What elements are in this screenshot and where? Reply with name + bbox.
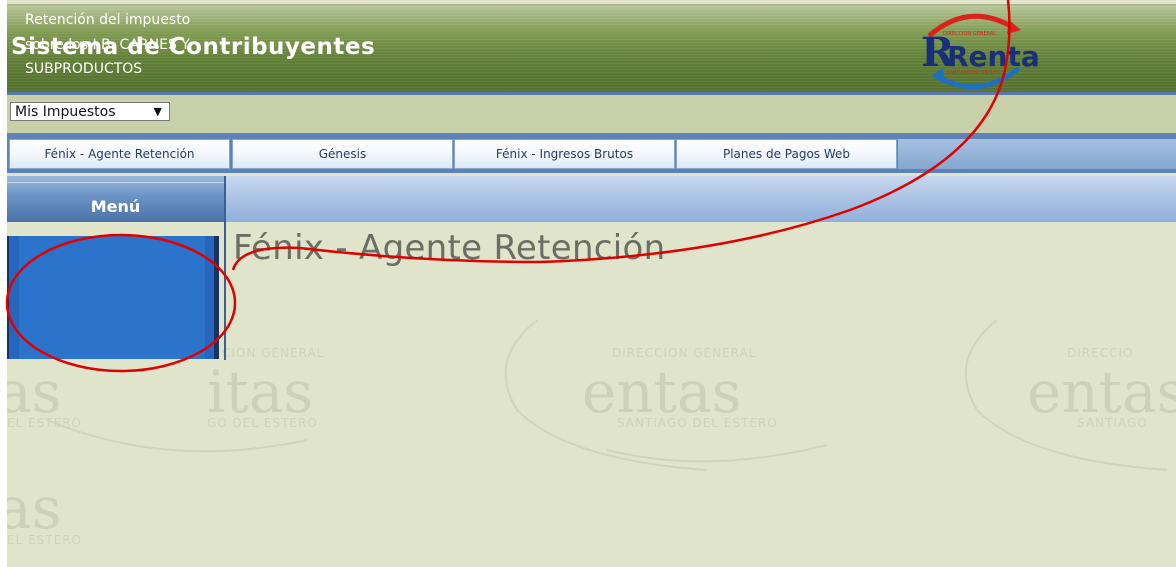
chevron-down-icon: ▼ <box>153 105 162 118</box>
svg-text:SANTIAGO: SANTIAGO <box>1077 416 1148 430</box>
tab-planes-de-pagos-web[interactable]: Planes de Pagos Web <box>676 139 897 169</box>
svg-text:EL ESTERO: EL ESTERO <box>7 416 82 430</box>
rentas-logo: R Rentas DIRECCION GENERAL SANTIAGO DEL … <box>921 13 1039 90</box>
logo-text: Rentas <box>947 40 1039 73</box>
tab-bar-filler <box>898 139 1176 169</box>
menu-panel <box>7 236 219 359</box>
svg-text:CION GENERAL: CION GENERAL <box>222 346 324 360</box>
menu-header-line <box>7 182 224 183</box>
page-title: Fénix - Agente Retención <box>233 228 666 268</box>
svg-text:EL ESTERO: EL ESTERO <box>7 533 82 547</box>
svg-text:DIRECCIO: DIRECCIO <box>1067 346 1133 360</box>
svg-text:DIRECCION GENERAL: DIRECCION GENERAL <box>612 346 756 360</box>
tab-fenix-ingresos-brutos[interactable]: Fénix - Ingresos Brutos <box>454 139 675 169</box>
tab-fenix-agente-retencion[interactable]: Fénix - Agente Retención <box>9 139 230 169</box>
menu-title: Menú <box>90 197 141 216</box>
menu-header: Menú <box>7 176 224 222</box>
tab-genesis[interactable]: Génesis <box>232 139 453 169</box>
tax-select[interactable]: Mis Impuestos ▼ <box>10 102 170 121</box>
svg-text:GO DEL ESTERO: GO DEL ESTERO <box>207 416 318 430</box>
logo-subtext-top: DIRECCION GENERAL <box>943 31 996 37</box>
toolbar: Mis Impuestos ▼ <box>7 95 1176 133</box>
menu-panel-inner <box>19 236 205 359</box>
tab-bar: Fénix - Agente Retención Génesis Fénix -… <box>7 133 1176 173</box>
page: as itas entas entas as CION GENERAL DIRE… <box>7 0 1176 567</box>
tax-select-value: Mis Impuestos <box>15 104 116 120</box>
content-header-band <box>226 176 1176 222</box>
svg-text:SANTIAGO DEL ESTERO: SANTIAGO DEL ESTERO <box>617 416 778 430</box>
svg-text:as: as <box>7 474 61 542</box>
menu-item-retencion-carnes[interactable]: Retención del impuesto sobre los I.B. CA… <box>25 8 205 82</box>
logo-subtext-bottom: SANTIAGO DEL ESTERO <box>947 70 1001 76</box>
